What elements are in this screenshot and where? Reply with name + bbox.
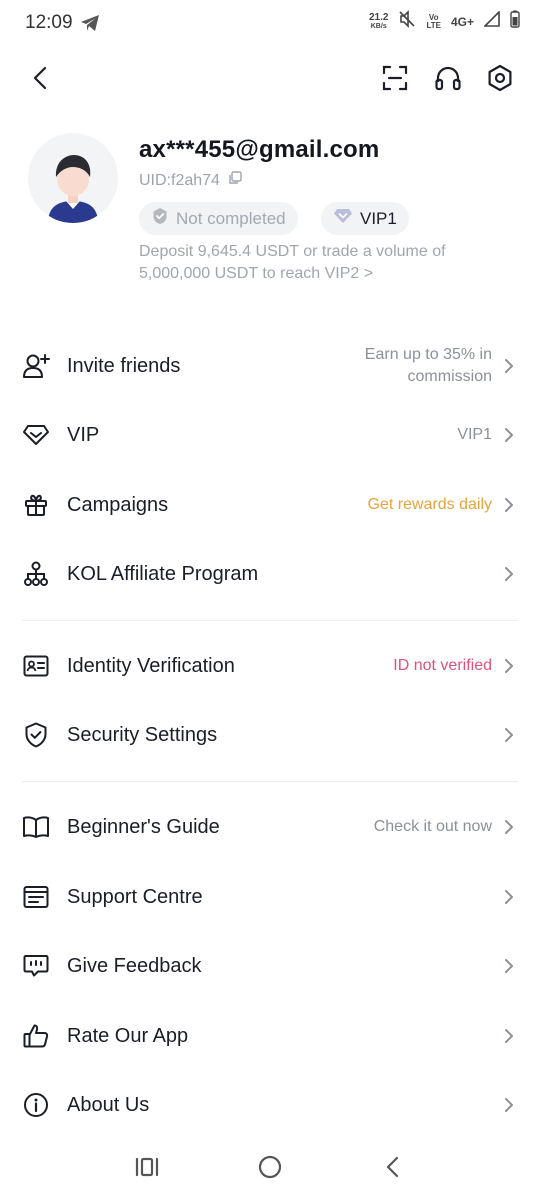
- chevron-left-icon: [33, 66, 47, 95]
- volte-indicator: Vo LTE: [426, 12, 441, 30]
- status-time: 12:09: [25, 12, 73, 33]
- copy-icon[interactable]: [228, 171, 242, 190]
- menu-item-support-centre[interactable]: Support Centre: [0, 867, 540, 927]
- chevron-right-icon: [502, 357, 516, 375]
- status-bar: 12:09 21.2 KB/s Vo LTE 4G+: [0, 0, 540, 50]
- account-email: ax***455@gmail.com: [139, 136, 380, 163]
- hexagon-settings-icon: [486, 64, 514, 97]
- network-speed: 21.2 KB/s: [369, 11, 389, 30]
- menu-item-about-us[interactable]: About Us: [0, 1075, 540, 1135]
- menu-item-beginners-guide[interactable]: Beginner's Guide Check it out now: [0, 797, 540, 857]
- top-bar: [0, 60, 540, 104]
- vip-diamond-icon: [22, 421, 50, 449]
- menu-item-vip[interactable]: VIP VIP1: [0, 405, 540, 465]
- home-circle-icon: [258, 1155, 282, 1184]
- menu-label: KOL Affiliate Program: [67, 562, 259, 585]
- menu-value: Check it out now: [373, 818, 492, 835]
- system-nav-bar: [0, 1140, 540, 1200]
- menu-value: VIP1: [457, 426, 492, 443]
- menu-label: Rate Our App: [67, 1024, 189, 1047]
- telegram-icon: [80, 14, 100, 37]
- chevron-right-icon: [502, 1096, 516, 1114]
- mute-icon: [398, 10, 416, 33]
- menu-item-invite-friends[interactable]: Invite friends Earn up to 35% in commiss…: [0, 336, 540, 396]
- menu-label: VIP: [67, 423, 100, 446]
- menu-item-campaigns[interactable]: Campaigns Get rewards daily: [0, 475, 540, 535]
- recent-apps-icon: [135, 1157, 159, 1182]
- menu-item-security-settings[interactable]: Security Settings: [0, 705, 540, 765]
- menu-item-give-feedback[interactable]: Give Feedback: [0, 936, 540, 996]
- chevron-right-icon: [502, 1027, 516, 1045]
- menu-item-rate-app[interactable]: Rate Our App: [0, 1006, 540, 1066]
- back-button[interactable]: [22, 62, 58, 98]
- signal-icon: [483, 10, 500, 32]
- chat-feedback-icon: [22, 952, 50, 980]
- chevron-right-icon: [502, 957, 516, 975]
- shield-check-icon: [22, 721, 50, 749]
- book-icon: [22, 813, 50, 841]
- add-user-icon: [22, 352, 50, 380]
- chevron-right-icon: [502, 496, 516, 514]
- chevron-right-icon: [502, 888, 516, 906]
- customer-support-button[interactable]: [430, 62, 466, 98]
- uid-text: UID:f2ah74: [139, 171, 220, 189]
- chevron-right-icon: [502, 818, 516, 836]
- network-type: 4G+: [450, 14, 474, 29]
- verified-shield-icon: [151, 207, 169, 230]
- id-card-icon: [22, 652, 50, 680]
- menu-label: Identity Verification: [67, 654, 235, 677]
- avatar[interactable]: [28, 133, 118, 223]
- menu-item-kol-affiliate[interactable]: KOL Affiliate Program: [0, 544, 540, 604]
- battery-icon: [510, 10, 520, 33]
- menu-value: Earn up to 35% in commission: [364, 346, 492, 385]
- gift-icon: [22, 491, 50, 519]
- menu-label: Support Centre: [67, 885, 203, 908]
- vip-upgrade-hint[interactable]: Deposit 9,645.4 USDT or trade a volume o…: [139, 241, 499, 285]
- divider: [22, 620, 518, 621]
- chevron-right-icon: [502, 726, 516, 744]
- menu-label: Invite friends: [67, 354, 181, 377]
- scan-button[interactable]: [377, 62, 413, 98]
- verification-status-text: Not completed: [176, 208, 286, 228]
- chevron-right-icon: [502, 565, 516, 583]
- menu-label: About Us: [67, 1093, 150, 1116]
- divider: [22, 781, 518, 782]
- home-button[interactable]: [250, 1152, 290, 1186]
- back-arrow-icon: [385, 1156, 399, 1183]
- menu-value: Get rewards daily: [367, 496, 493, 513]
- document-icon: [22, 883, 50, 911]
- vip-level-text: VIP1: [360, 208, 397, 228]
- chevron-right-icon: [502, 426, 516, 444]
- menu-value: ID not verified: [393, 657, 492, 674]
- scan-icon: [382, 65, 408, 96]
- hierarchy-icon: [22, 560, 50, 588]
- thumbs-up-icon: [22, 1022, 50, 1050]
- info-icon: [22, 1091, 50, 1119]
- menu-item-identity-verification[interactable]: Identity Verification ID not verified: [0, 636, 540, 696]
- recent-apps-button[interactable]: [127, 1152, 167, 1186]
- verification-status-badge[interactable]: Not completed: [139, 202, 298, 235]
- menu-label: Campaigns: [67, 493, 169, 516]
- chevron-right-icon: [502, 657, 516, 675]
- vip-level-badge[interactable]: VIP1: [321, 202, 409, 235]
- diamond-icon: [333, 208, 353, 229]
- system-back-button[interactable]: [372, 1152, 412, 1186]
- headset-icon: [434, 65, 462, 96]
- menu-label: Beginner's Guide: [67, 815, 220, 838]
- menu-label: Give Feedback: [67, 954, 202, 977]
- uid-row: UID:f2ah74: [139, 171, 242, 190]
- settings-button[interactable]: [482, 62, 518, 98]
- menu-label: Security Settings: [67, 723, 218, 746]
